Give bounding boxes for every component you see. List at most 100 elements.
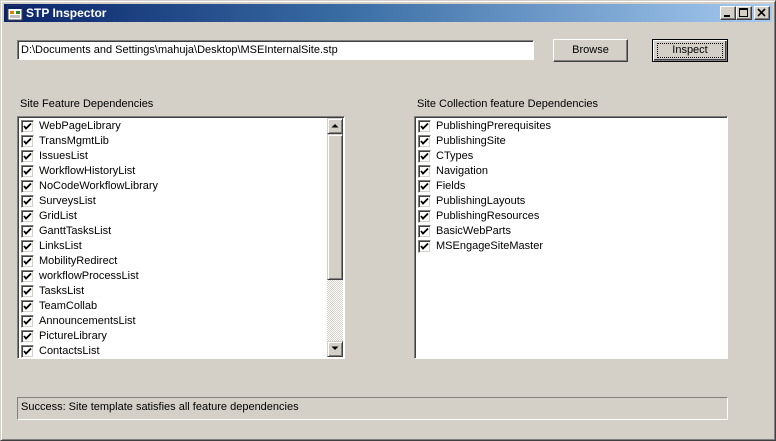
checkmark-icon xyxy=(23,182,32,190)
list-item-label: MobilityRedirect xyxy=(39,255,118,267)
list-item-label: BasicWebParts xyxy=(436,225,511,237)
checkmark-icon xyxy=(23,287,32,295)
checkmark-icon xyxy=(23,272,32,280)
list-item-label: IssuesList xyxy=(39,150,88,162)
checkmark-icon xyxy=(420,122,429,130)
list-item-label: Fields xyxy=(436,180,466,192)
close-icon xyxy=(757,8,766,17)
checkmark-icon xyxy=(23,197,32,205)
scroll-thumb[interactable] xyxy=(327,134,343,280)
list-item-label: WebPageLibrary xyxy=(39,120,121,132)
list-item-label: TransMgmtLib xyxy=(39,135,109,147)
checkmark-icon xyxy=(23,152,32,160)
list-item-label: ContactsList xyxy=(39,345,100,357)
checkbox[interactable] xyxy=(21,270,34,283)
site-collection-feature-list[interactable]: PublishingPrerequisites PublishingSite CTy… xyxy=(414,116,728,359)
checkbox[interactable] xyxy=(418,210,431,223)
list-item-label: MSEngageSiteMaster xyxy=(436,240,543,252)
checkmark-icon xyxy=(420,242,429,250)
list-item-label: GridList xyxy=(39,210,77,222)
checkmark-icon xyxy=(23,227,32,235)
checkmark-icon xyxy=(23,122,32,130)
checkbox[interactable] xyxy=(21,225,34,238)
checkmark-icon xyxy=(23,347,32,355)
checkmark-icon xyxy=(420,167,429,175)
scroll-down-button[interactable] xyxy=(327,341,343,357)
checkbox[interactable] xyxy=(21,135,34,148)
checkbox[interactable] xyxy=(21,315,34,328)
list-item-label: TasksList xyxy=(39,285,85,297)
checkmark-icon xyxy=(23,332,32,340)
status-message: Success: Site template satisfies all fea… xyxy=(17,397,728,420)
list-item-label: TeamCollab xyxy=(39,300,98,312)
stp-inspector-window: STP Inspector D:\Documents and Settings\… xyxy=(0,0,776,441)
checkmark-icon xyxy=(23,302,32,310)
checkbox[interactable] xyxy=(21,255,34,268)
list-item-label: NoCodeWorkflowLibrary xyxy=(39,180,159,192)
checkbox[interactable] xyxy=(418,195,431,208)
list-item-label: GanttTasksList xyxy=(39,225,112,237)
arrow-down-icon xyxy=(331,346,339,350)
list-item-label: WorkflowHistoryList xyxy=(39,165,136,177)
checkbox[interactable] xyxy=(21,210,34,223)
window-title: STP Inspector xyxy=(26,6,107,20)
checkbox[interactable] xyxy=(21,120,34,133)
inspect-button[interactable]: Inspect xyxy=(652,39,728,62)
browse-button[interactable]: Browse xyxy=(553,39,628,62)
site-feature-list[interactable]: WebPageLibrary TransMgmtLib IssuesList Work… xyxy=(17,116,345,359)
list-item-label: PublishingPrerequisites xyxy=(436,120,551,132)
scroll-up-button[interactable] xyxy=(327,118,343,134)
site-feature-dependencies-label: Site Feature Dependencies xyxy=(20,98,154,110)
list-item-label: AnnouncementsList xyxy=(39,315,136,327)
minimize-button[interactable] xyxy=(720,6,736,20)
checkbox[interactable] xyxy=(418,120,431,133)
checkbox[interactable] xyxy=(21,345,34,358)
inspect-button-label: Inspect xyxy=(657,43,723,58)
list-item-label: SurveysList xyxy=(39,195,96,207)
close-button[interactable] xyxy=(754,6,770,20)
checkbox[interactable] xyxy=(21,180,34,193)
checkmark-icon xyxy=(23,317,32,325)
checkmark-icon xyxy=(420,197,429,205)
checkmark-icon xyxy=(420,152,429,160)
checkbox[interactable] xyxy=(21,285,34,298)
maximize-icon xyxy=(739,8,748,17)
checkbox[interactable] xyxy=(418,165,431,178)
site-feature-scrollbar[interactable] xyxy=(327,118,343,357)
checkmark-icon xyxy=(420,227,429,235)
list-item-label: Navigation xyxy=(436,165,488,177)
checkbox[interactable] xyxy=(21,330,34,343)
checkbox[interactable] xyxy=(21,165,34,178)
list-item-label: CTypes xyxy=(436,150,474,162)
file-path-input[interactable]: D:\Documents and Settings\mahuja\Desktop… xyxy=(17,40,534,60)
checkbox[interactable] xyxy=(418,135,431,148)
checkmark-icon xyxy=(23,242,32,250)
checkmark-icon xyxy=(420,212,429,220)
list-item-label: PictureLibrary xyxy=(39,330,107,342)
app-form-icon xyxy=(7,5,23,21)
checkbox[interactable] xyxy=(418,225,431,238)
checkbox[interactable] xyxy=(21,195,34,208)
site-collection-feature-dependencies-label: Site Collection feature Dependencies xyxy=(417,98,599,110)
title-bar[interactable]: STP Inspector xyxy=(4,4,772,22)
checkbox[interactable] xyxy=(418,240,431,253)
checkbox[interactable] xyxy=(418,180,431,193)
checkmark-icon xyxy=(23,257,32,265)
checkmark-icon xyxy=(420,137,429,145)
checkmark-icon xyxy=(23,137,32,145)
checkmark-icon xyxy=(420,182,429,190)
list-item-label: LinksList xyxy=(39,240,82,252)
checkbox[interactable] xyxy=(21,150,34,163)
minimize-icon xyxy=(724,15,730,17)
list-item-label: PublishingResources xyxy=(436,210,540,222)
checkbox[interactable] xyxy=(418,150,431,163)
checkbox[interactable] xyxy=(21,300,34,313)
checkmark-icon xyxy=(23,167,32,175)
list-item-label: workflowProcessList xyxy=(39,270,139,282)
maximize-button[interactable] xyxy=(736,6,752,20)
checkmark-icon xyxy=(23,212,32,220)
list-item-label: PublishingLayouts xyxy=(436,195,526,207)
list-item-label: PublishingSite xyxy=(436,135,506,147)
arrow-up-icon xyxy=(331,124,339,128)
checkbox[interactable] xyxy=(21,240,34,253)
